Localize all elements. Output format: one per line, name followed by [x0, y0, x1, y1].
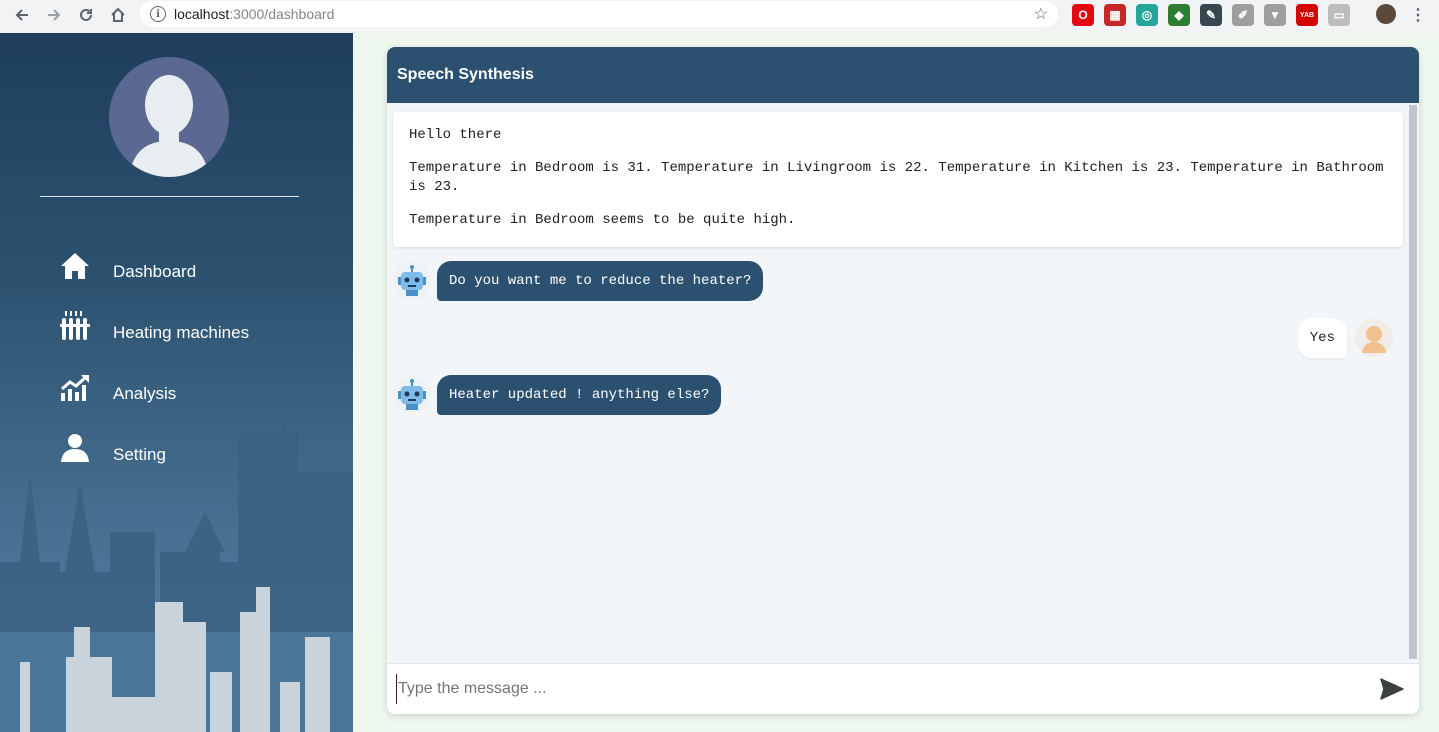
info-line: Temperature in Bedroom seems to be quite… — [409, 212, 796, 228]
opera-icon[interactable]: O — [1072, 4, 1094, 26]
send-button[interactable] — [1379, 677, 1405, 701]
user-icon — [58, 430, 92, 464]
reload-icon[interactable] — [72, 1, 100, 29]
forward-icon[interactable] — [40, 1, 68, 29]
bot-message: Heater updated ! anything else? — [393, 375, 722, 415]
chat-scrollbar[interactable] — [1409, 105, 1417, 659]
info-icon[interactable]: i — [150, 6, 166, 22]
back-icon[interactable] — [8, 1, 36, 29]
extensions-bar: O ▦ ◎ ◆ ✎ ✐ ▼ YAB ▭ — [1072, 4, 1350, 26]
address-bar[interactable]: i localhost:3000/dashboard ☆ — [140, 1, 1058, 27]
radiator-icon — [58, 308, 92, 342]
ext-teal-icon[interactable]: ◎ — [1136, 4, 1158, 26]
profile-avatar[interactable] — [1376, 4, 1396, 24]
sidebar-item-label: Dashboard — [113, 261, 197, 281]
sidebar: Dashboard Heating machines Analysis Sett… — [0, 33, 353, 732]
message-input[interactable] — [396, 674, 1356, 704]
user-silhouette-icon — [129, 75, 209, 177]
send-icon — [1380, 678, 1404, 700]
user-message: Yes — [1297, 318, 1393, 358]
info-line: Temperature in Bedroom is 31. Temperatur… — [409, 160, 1384, 195]
info-message: Hello there Temperature in Bedroom is 31… — [393, 112, 1403, 247]
sidebar-menu: Dashboard Heating machines Analysis Sett… — [58, 233, 249, 477]
avatar[interactable] — [109, 57, 229, 177]
sidebar-item-label: Analysis — [113, 383, 177, 403]
user-avatar-icon — [1355, 319, 1393, 357]
divider — [40, 196, 299, 197]
yab-icon[interactable]: YAB — [1296, 4, 1318, 26]
browser-menu-icon[interactable]: ⋮ — [1410, 5, 1426, 25]
sidebar-item-label: Heating machines — [113, 322, 250, 342]
robot-icon — [393, 376, 431, 414]
sidebar-item-setting[interactable]: Setting — [58, 416, 249, 477]
home-icon — [58, 247, 92, 281]
chat-input-bar — [387, 663, 1419, 714]
ext-dark-icon[interactable]: ✎ — [1200, 4, 1222, 26]
pencil-icon[interactable]: ✐ — [1232, 4, 1254, 26]
info-line: Hello there — [409, 127, 502, 143]
vue-icon[interactable]: ▼ — [1264, 4, 1286, 26]
bookmark-star-icon[interactable]: ☆ — [1034, 4, 1048, 24]
home-browser-icon[interactable] — [104, 1, 132, 29]
chat-title: Speech Synthesis — [397, 66, 534, 83]
address-url: localhost:3000/dashboard — [174, 6, 335, 22]
sidebar-item-analysis[interactable]: Analysis — [58, 355, 249, 416]
ext-red-icon[interactable]: ▦ — [1104, 4, 1126, 26]
robot-icon — [393, 262, 431, 300]
bot-bubble: Do you want me to reduce the heater? — [437, 261, 764, 301]
sidebar-item-heating-machines[interactable]: Heating machines — [58, 294, 249, 355]
sidebar-item-label: Setting — [113, 444, 166, 464]
bot-message: Do you want me to reduce the heater? — [393, 261, 764, 301]
bot-bubble: Heater updated ! anything else? — [437, 375, 722, 415]
chart-up-icon — [58, 369, 92, 403]
ext-grey-icon[interactable]: ▭ — [1328, 4, 1350, 26]
chat-panel: Speech Synthesis Hello there Temperature… — [387, 47, 1419, 714]
chat-header: Speech Synthesis — [387, 47, 1419, 103]
sidebar-item-dashboard[interactable]: Dashboard — [58, 233, 249, 294]
chat-messages: Hello there Temperature in Bedroom is 31… — [387, 103, 1409, 663]
browser-toolbar: i localhost:3000/dashboard ☆ O ▦ ◎ ◆ ✎ ✐ ▼ YAB ▭… — [0, 0, 1439, 30]
ext-green-icon[interactable]: ◆ — [1168, 4, 1190, 26]
user-bubble: Yes — [1297, 318, 1347, 358]
